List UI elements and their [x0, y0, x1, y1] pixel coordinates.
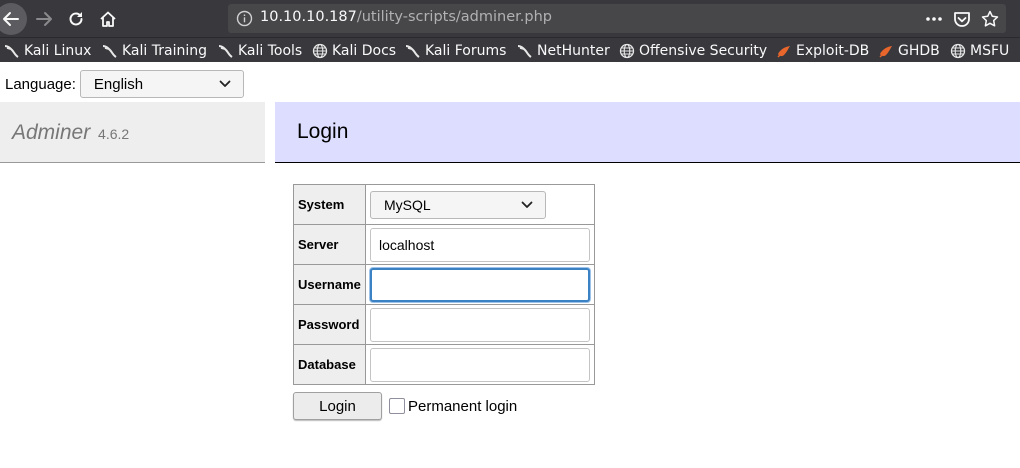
server-label: Server — [293, 224, 366, 265]
password-cell — [365, 304, 595, 345]
language-select[interactable]: English — [79, 70, 244, 98]
star-icon — [981, 10, 999, 27]
system-cell: MySQL — [365, 184, 595, 225]
bookmark-kali-forums[interactable]: Kali Forums — [405, 41, 506, 61]
language-row: Language: English — [5, 70, 244, 98]
info-icon[interactable] — [236, 10, 253, 27]
url-text: 10.10.10.187/utility-scripts/adminer.php — [260, 9, 552, 25]
exploit-db-icon — [879, 46, 892, 58]
browser-toolbar: 10.10.10.187/utility-scripts/adminer.php — [0, 0, 1020, 37]
kali-dragon-icon — [218, 45, 233, 58]
home-button[interactable] — [92, 3, 124, 35]
bookmark-label: Offensive Security — [639, 43, 768, 59]
permanent-login-checkbox[interactable] — [389, 398, 405, 414]
bookmark-star-button[interactable] — [980, 9, 1000, 29]
username-cell — [365, 264, 595, 305]
bookmark-label: NetHunter — [537, 43, 610, 59]
server-input[interactable] — [370, 227, 590, 262]
server-cell — [365, 224, 595, 265]
password-input[interactable] — [370, 307, 590, 342]
bookmark-exploit-db[interactable]: Exploit-DB — [776, 41, 869, 61]
language-value: English — [93, 76, 144, 93]
form-row-database: Database — [293, 344, 595, 385]
database-cell — [365, 344, 595, 385]
form-row-server: Server — [293, 224, 595, 265]
permanent-login[interactable]: Permanent login — [389, 398, 517, 415]
bookmark-label: Kali Training — [122, 43, 207, 59]
bookmark-kali-docs[interactable]: Kali Docs — [312, 41, 396, 61]
content-header: Login — [275, 102, 1020, 163]
bookmark-kali-linux[interactable]: Kali Linux — [4, 41, 91, 61]
page-title: Login — [297, 120, 349, 143]
bookmark-label: GHDB — [898, 43, 940, 59]
form-row-username: Username — [293, 264, 595, 305]
sidebar-menu: Adminer 4.6.2 — [0, 102, 265, 163]
url-host: 10.10.10.187 — [260, 9, 357, 25]
app-version: 4.6.2 — [98, 126, 130, 142]
reload-icon — [69, 12, 83, 26]
back-button[interactable] — [0, 3, 27, 35]
bookmark-label: Kali Forums — [425, 43, 507, 59]
pocket-icon — [954, 11, 970, 27]
bookmark-kali-tools[interactable]: Kali Tools — [218, 41, 302, 61]
chevron-down-icon — [521, 201, 533, 208]
bookmark-ghdb[interactable]: GHDB — [878, 41, 940, 61]
database-input[interactable] — [370, 347, 590, 382]
app-title: Adminer 4.6.2 — [12, 121, 129, 145]
more-horizontal-icon — [926, 17, 942, 21]
bookmark-label: Kali Linux — [24, 43, 92, 59]
login-button[interactable]: Login — [293, 392, 382, 420]
username-input[interactable] — [370, 267, 590, 302]
bookmark-label: Kali Tools — [238, 43, 303, 59]
submit-row: Login Permanent login — [293, 392, 517, 420]
system-value: MySQL — [384, 196, 431, 213]
bookmark-label: MSFU — [970, 43, 1010, 59]
exploit-db-icon — [777, 46, 790, 58]
reload-button[interactable] — [60, 3, 92, 35]
kali-dragon-icon — [517, 45, 532, 58]
form-row-system: System MySQL — [293, 184, 595, 225]
globe-icon — [619, 43, 635, 59]
home-icon — [100, 11, 116, 27]
username-label: Username — [293, 264, 366, 305]
url-path: /utility-scripts/adminer.php — [356, 9, 552, 25]
chevron-down-icon — [219, 80, 231, 87]
app-name[interactable]: Adminer — [12, 121, 90, 144]
bookmark-nethunter[interactable]: NetHunter — [517, 41, 610, 61]
form-row-password: Password — [293, 304, 595, 345]
login-form-table: System MySQL Server Username Password Da… — [293, 184, 595, 385]
bookmark-kali-training[interactable]: Kali Training — [102, 41, 207, 61]
kali-dragon-icon — [102, 45, 117, 58]
globe-icon — [312, 43, 328, 59]
bookmark-offensive-security[interactable]: Offensive Security — [619, 41, 767, 61]
password-label: Password — [293, 304, 366, 345]
permanent-login-label: Permanent login — [408, 397, 518, 415]
system-select[interactable]: MySQL — [370, 190, 546, 219]
url-bar[interactable]: 10.10.10.187/utility-scripts/adminer.php — [228, 4, 1006, 33]
bookmark-msfu[interactable]: MSFU — [950, 41, 1009, 61]
kali-dragon-icon — [4, 45, 19, 58]
bookmarks-bar: Kali Linux Kali Training Kali Tools Kali… — [0, 37, 1020, 62]
database-label: Database — [293, 344, 366, 385]
arrow-right-icon — [36, 12, 52, 26]
page-content: Language: English Adminer 4.6.2 Login Sy… — [0, 62, 1020, 468]
pocket-button[interactable] — [952, 9, 972, 29]
kali-dragon-icon — [405, 45, 420, 58]
system-label: System — [293, 184, 366, 225]
arrow-left-icon — [3, 12, 19, 26]
globe-icon — [950, 43, 966, 59]
forward-button[interactable] — [28, 3, 60, 35]
bookmark-label: Kali Docs — [332, 43, 397, 59]
bookmark-label: Exploit-DB — [796, 43, 870, 59]
language-label: Language: — [5, 75, 76, 93]
page-actions-button[interactable] — [924, 9, 944, 29]
